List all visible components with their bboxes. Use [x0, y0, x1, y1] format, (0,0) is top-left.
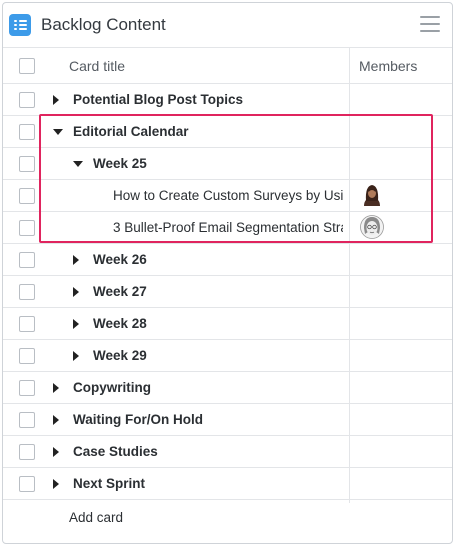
- card-row[interactable]: Week 28: [3, 308, 452, 340]
- card-title[interactable]: Potential Blog Post Topics: [73, 91, 243, 109]
- row-checkbox[interactable]: [19, 220, 35, 236]
- card-title[interactable]: Week 27: [93, 283, 147, 301]
- row-checkbox[interactable]: [19, 92, 35, 108]
- expand-triangle-icon[interactable]: [53, 479, 59, 489]
- card-row[interactable]: Copywriting: [3, 372, 452, 404]
- row-checkbox[interactable]: [19, 156, 35, 172]
- card-title[interactable]: Week 28: [93, 315, 147, 333]
- collapse-triangle-icon[interactable]: [73, 161, 83, 167]
- card-title[interactable]: Waiting For/On Hold: [73, 411, 203, 429]
- card-title[interactable]: Next Sprint: [73, 475, 145, 493]
- card-row[interactable]: How to Create Custom Surveys by Usin..: [3, 180, 452, 212]
- row-checkbox[interactable]: [19, 444, 35, 460]
- card-title[interactable]: Case Studies: [73, 443, 158, 461]
- card-title[interactable]: Copywriting: [73, 379, 151, 397]
- card-row[interactable]: Week 25: [3, 148, 452, 180]
- column-header-card-title[interactable]: Card title: [69, 57, 125, 75]
- panel-header: Backlog Content: [3, 3, 452, 48]
- card-title[interactable]: 3 Bullet-Proof Email Segmentation Stra..…: [113, 219, 343, 237]
- card-row[interactable]: Case Studies: [3, 436, 452, 468]
- card-title[interactable]: Week 25: [93, 155, 147, 173]
- card-title[interactable]: Week 26: [93, 251, 147, 269]
- card-row[interactable]: Week 26: [3, 244, 452, 276]
- member-avatar-glasses[interactable]: [360, 214, 384, 240]
- member-avatar[interactable]: [360, 182, 384, 208]
- card-row[interactable]: Waiting For/On Hold: [3, 404, 452, 436]
- row-checkbox[interactable]: [19, 316, 35, 332]
- card-title[interactable]: Editorial Calendar: [73, 123, 189, 141]
- row-checkbox[interactable]: [19, 284, 35, 300]
- expand-triangle-icon[interactable]: [73, 351, 79, 361]
- select-all-checkbox[interactable]: [19, 58, 35, 74]
- row-checkbox[interactable]: [19, 348, 35, 364]
- collapse-triangle-icon[interactable]: [53, 129, 63, 135]
- row-checkbox[interactable]: [19, 412, 35, 428]
- hamburger-menu-icon[interactable]: [420, 16, 440, 32]
- row-checkbox[interactable]: [19, 188, 35, 204]
- expand-triangle-icon[interactable]: [73, 319, 79, 329]
- backlog-panel: Backlog Content Card title Members Poten…: [2, 2, 453, 544]
- expand-triangle-icon[interactable]: [53, 95, 59, 105]
- card-row[interactable]: Next Sprint: [3, 468, 452, 500]
- expand-triangle-icon[interactable]: [53, 447, 59, 457]
- card-row[interactable]: Week 29: [3, 340, 452, 372]
- row-checkbox[interactable]: [19, 252, 35, 268]
- row-checkbox[interactable]: [19, 380, 35, 396]
- add-card-button[interactable]: Add card: [69, 510, 123, 525]
- expand-triangle-icon[interactable]: [53, 383, 59, 393]
- column-header-members[interactable]: Members: [359, 57, 417, 75]
- row-checkbox[interactable]: [19, 124, 35, 140]
- card-row[interactable]: Week 27: [3, 276, 452, 308]
- card-row[interactable]: Editorial Calendar: [3, 116, 452, 148]
- card-title[interactable]: Week 29: [93, 347, 147, 365]
- expand-triangle-icon[interactable]: [53, 415, 59, 425]
- list-icon: [9, 14, 31, 36]
- card-row[interactable]: Potential Blog Post Topics: [3, 84, 452, 116]
- panel-title: Backlog Content: [41, 15, 166, 34]
- column-header-row: Card title Members: [3, 48, 452, 84]
- expand-triangle-icon[interactable]: [73, 287, 79, 297]
- card-title[interactable]: How to Create Custom Surveys by Usin..: [113, 187, 343, 205]
- card-row[interactable]: 3 Bullet-Proof Email Segmentation Stra..…: [3, 212, 452, 244]
- expand-triangle-icon[interactable]: [73, 255, 79, 265]
- row-checkbox[interactable]: [19, 476, 35, 492]
